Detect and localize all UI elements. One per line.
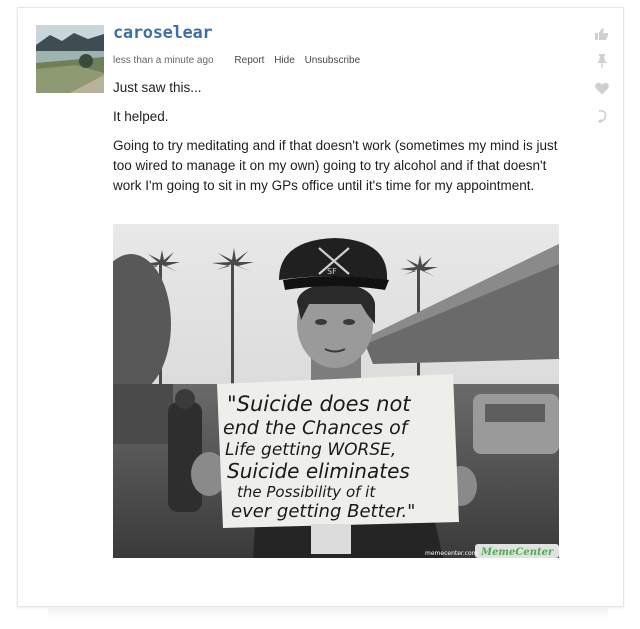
post-paragraph: It helped. (113, 109, 169, 124)
report-link[interactable]: Report (234, 55, 264, 66)
unsubscribe-link[interactable]: Unsubscribe (305, 55, 361, 66)
pin-icon[interactable] (594, 53, 610, 69)
post-image[interactable]: SF "Suicide does not end the Chances of … (113, 224, 559, 558)
post-body: Just saw this... It helped. Going to try… (113, 78, 563, 205)
hat-text: SF (327, 267, 337, 276)
sign-line: "Suicide does not (227, 392, 411, 416)
post-paragraph: Going to try meditating and if that does… (113, 138, 558, 193)
watermark-brand: MemeCenter (480, 547, 554, 558)
sign-line: the Possibility of it (237, 483, 376, 501)
card-bottom-shadow (48, 608, 608, 618)
post-meta: less than a minute ago Report Hide Unsub… (113, 55, 367, 66)
post-card: caroselear less than a minute ago Report… (17, 7, 624, 607)
heart-icon[interactable] (594, 80, 610, 96)
post-paragraph: Just saw this... (113, 80, 202, 95)
sign-line: end the Chances of (223, 417, 411, 439)
watermark-small: memecenter.com (425, 550, 478, 557)
hide-link[interactable]: Hide (274, 55, 295, 66)
reply-icon[interactable] (594, 108, 610, 124)
avatar[interactable] (36, 25, 104, 93)
avatar-image (36, 25, 104, 93)
username-link[interactable]: caroselear (113, 23, 213, 43)
thumbs-up-icon[interactable] (594, 26, 610, 42)
sign-line: ever getting Better." (231, 501, 415, 522)
sign-line: Life getting WORSE, (225, 440, 396, 460)
post-timestamp: less than a minute ago (113, 55, 214, 66)
sign-line: Suicide eliminates (227, 459, 410, 483)
